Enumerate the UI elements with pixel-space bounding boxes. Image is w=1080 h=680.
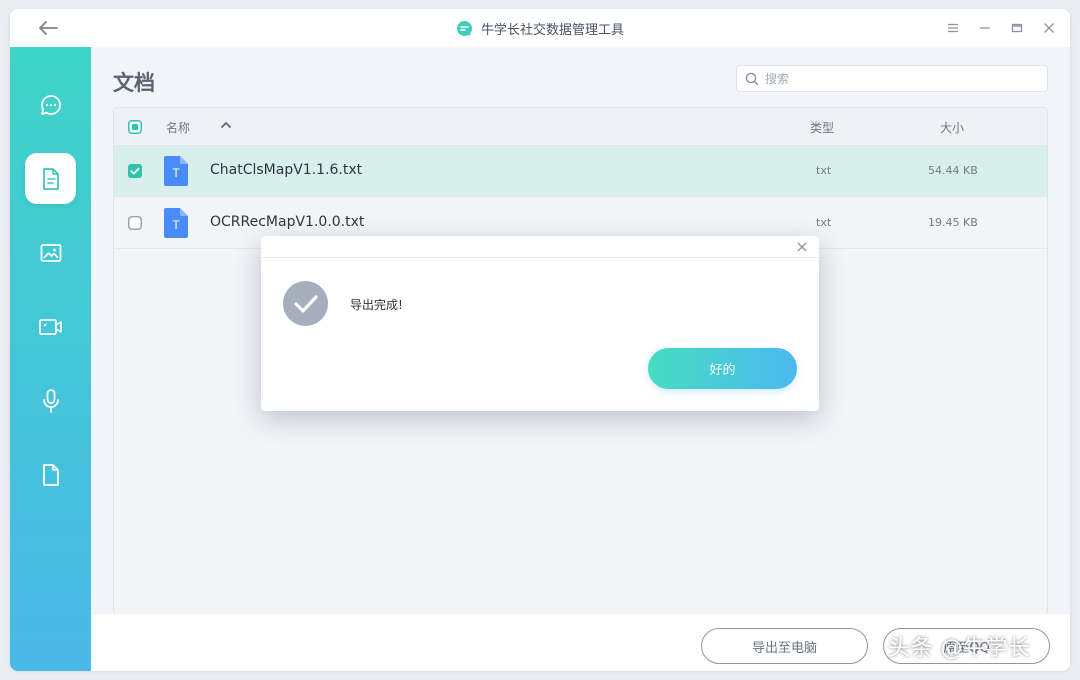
dialog-close-icon[interactable] <box>795 240 809 254</box>
window-controls <box>940 17 1062 39</box>
page-title: 文档 <box>113 71 155 95</box>
minimize-button[interactable] <box>972 17 998 39</box>
sidebar-item-chat[interactable] <box>25 79 76 130</box>
minimize-icon <box>980 27 990 29</box>
watermark: 头条 @牛学长 <box>888 636 1031 661</box>
file-size: 54.44 KB <box>928 164 978 177</box>
file-icon <box>42 463 59 486</box>
document-icon <box>42 167 59 190</box>
file-icon-letter: T <box>172 218 180 232</box>
app-logo-icon <box>456 20 472 36</box>
sidebar-item-documents[interactable] <box>25 153 76 204</box>
back-button[interactable] <box>34 17 62 39</box>
video-icon <box>38 318 62 335</box>
hamburger-icon <box>948 23 958 33</box>
close-button[interactable] <box>1036 17 1062 39</box>
sidebar-item-files[interactable] <box>25 449 76 500</box>
search-box[interactable] <box>736 65 1048 92</box>
file-name: OCRRecMapV1.0.0.txt <box>210 214 365 230</box>
file-type: txt <box>816 216 832 229</box>
text-file-icon: T <box>164 208 188 238</box>
file-name: ChatClsMapV1.1.6.txt <box>210 162 363 178</box>
row-checkbox-unchecked[interactable] <box>128 216 142 230</box>
sidebar-item-images[interactable] <box>25 227 76 278</box>
table-header: 名称 类型 大小 <box>114 108 1047 146</box>
row-checkbox-checked[interactable] <box>128 164 142 178</box>
header-type: 类型 <box>810 121 835 135</box>
export-complete-dialog: 导出完成! 好的 <box>261 236 819 411</box>
maximize-button[interactable] <box>1004 17 1030 39</box>
file-type: txt <box>816 164 832 177</box>
file-icon-letter: T <box>172 166 180 180</box>
title-area: 牛学长社交数据管理工具 <box>10 9 1070 47</box>
sidebar <box>10 47 91 671</box>
dialog-message: 导出完成! <box>350 298 403 312</box>
title-bar: 牛学长社交数据管理工具 <box>10 9 1070 47</box>
close-icon <box>1044 23 1054 33</box>
sidebar-item-videos[interactable] <box>25 301 76 352</box>
ok-button[interactable]: 好的 <box>648 348 797 389</box>
search-input[interactable] <box>765 71 1035 86</box>
app-title: 牛学长社交数据管理工具 <box>480 22 624 38</box>
dialog-header <box>261 236 819 258</box>
sidebar-item-audio[interactable] <box>25 375 76 426</box>
success-check-icon <box>283 281 328 326</box>
text-file-icon: T <box>164 156 188 186</box>
table-row[interactable]: T ChatClsMapV1.1.6.txt txt 54.44 KB <box>114 146 1047 197</box>
image-icon <box>40 243 61 262</box>
select-all-checkbox[interactable] <box>128 120 142 134</box>
menu-button[interactable] <box>940 17 966 39</box>
sort-ascending-icon[interactable] <box>220 119 232 131</box>
maximize-icon <box>1011 23 1023 33</box>
chat-icon <box>40 94 61 115</box>
microphone-icon <box>42 388 59 413</box>
export-to-pc-button[interactable]: 导出至电脑 <box>701 628 868 664</box>
arrow-left-icon <box>39 21 58 35</box>
file-size: 19.45 KB <box>928 216 978 229</box>
search-icon <box>745 72 759 85</box>
header-size: 大小 <box>940 121 965 135</box>
header-name[interactable]: 名称 <box>166 119 190 136</box>
